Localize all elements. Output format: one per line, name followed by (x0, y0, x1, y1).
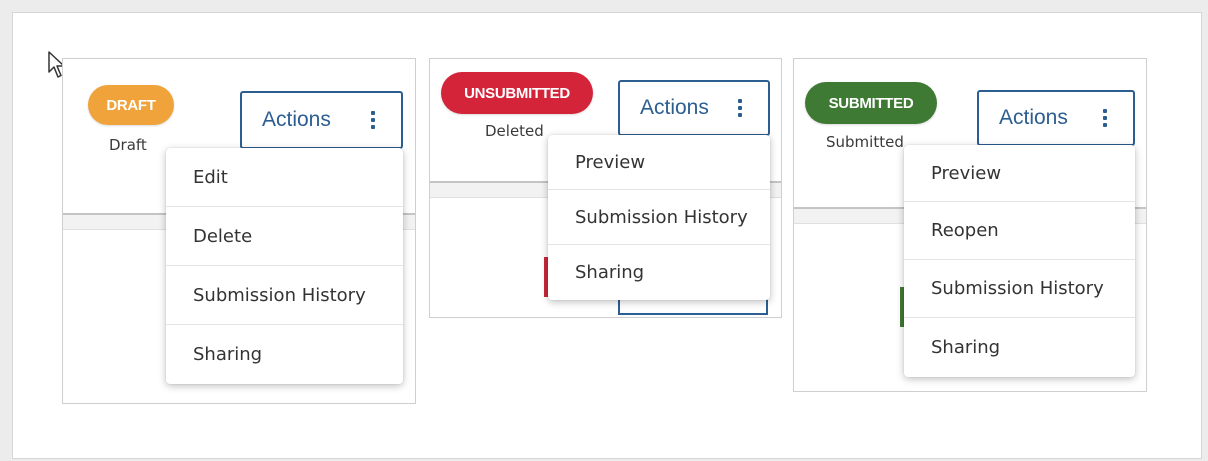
menu-item-preview[interactable]: Preview (904, 145, 1135, 202)
actions-menu: Preview Submission History Sharing (548, 135, 770, 300)
menu-item-submission-history[interactable]: Submission History (548, 190, 770, 245)
actions-button[interactable]: Actions (977, 90, 1135, 146)
status-text: Submitted (826, 133, 904, 151)
menu-item-submission-history[interactable]: Submission History (904, 260, 1135, 318)
status-text: Deleted (485, 122, 544, 140)
actions-menu: Preview Reopen Submission History Sharin… (904, 145, 1135, 377)
actions-button-label: Actions (999, 106, 1068, 129)
status-badge: DRAFT (88, 85, 174, 125)
status-badge: UNSUBMITTED (441, 72, 593, 114)
kebab-vertical-icon (738, 99, 742, 117)
actions-button[interactable]: Actions (240, 91, 403, 149)
status-text: Draft (109, 136, 147, 154)
menu-item-preview[interactable]: Preview (548, 135, 770, 190)
actions-button[interactable]: Actions (618, 80, 770, 136)
status-badge: SUBMITTED (805, 82, 937, 124)
menu-item-delete[interactable]: Delete (166, 207, 403, 266)
actions-menu: Edit Delete Submission History Sharing (166, 148, 403, 384)
actions-button-label: Actions (262, 108, 331, 131)
menu-item-submission-history[interactable]: Submission History (166, 266, 403, 325)
kebab-vertical-icon (1103, 109, 1107, 127)
actions-button-label: Actions (640, 96, 709, 119)
menu-item-edit[interactable]: Edit (166, 148, 403, 207)
kebab-vertical-icon (371, 111, 375, 129)
menu-item-reopen[interactable]: Reopen (904, 202, 1135, 260)
menu-item-sharing[interactable]: Sharing (166, 325, 403, 384)
menu-item-sharing[interactable]: Sharing (548, 245, 770, 300)
menu-item-sharing[interactable]: Sharing (904, 318, 1135, 376)
